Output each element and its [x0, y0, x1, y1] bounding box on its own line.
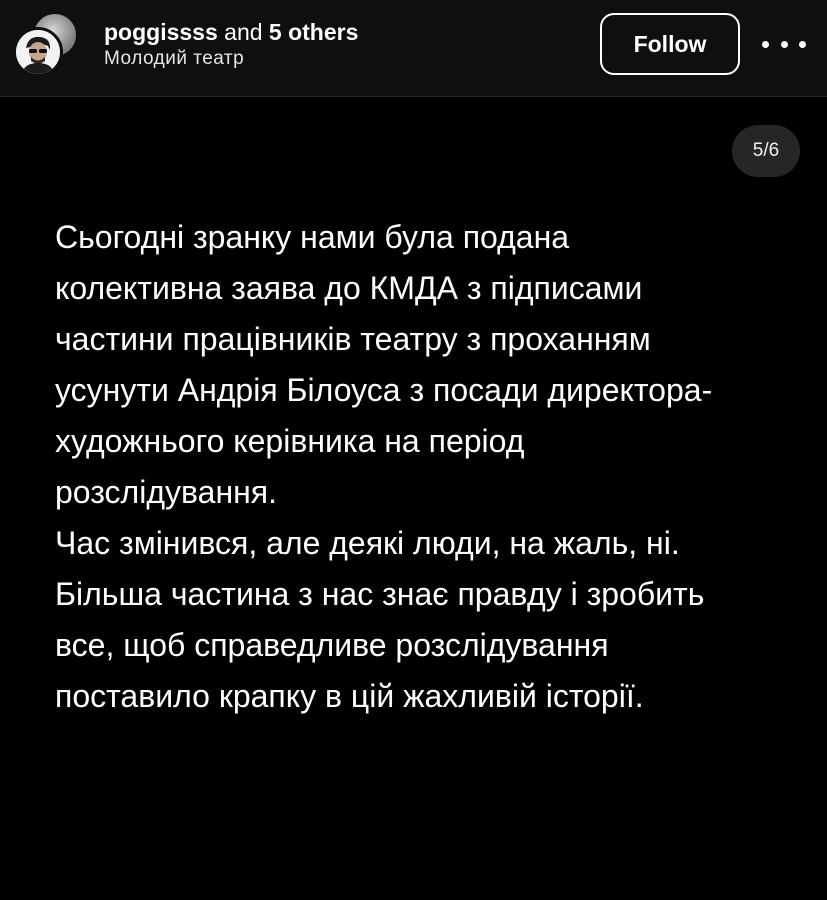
- text-line: колективна заява до КМДА з підписами: [55, 270, 643, 306]
- dot: [780, 40, 788, 48]
- text-line: Сьогодні зранку нами була подана: [55, 219, 570, 255]
- post-header: poggissss and 5 others Молодий театр Fol…: [0, 0, 827, 97]
- text-line: усунути Андрія Білоуса з посади директор…: [55, 372, 713, 408]
- text-line: Час змінився, але деякі люди, на жаль, н…: [55, 525, 680, 561]
- text-line: розслідування.: [55, 474, 277, 510]
- text-line: частини працівників театру з проханням: [55, 321, 651, 357]
- avatar[interactable]: [13, 27, 63, 77]
- avatar-icon: [16, 30, 60, 74]
- follow-button[interactable]: Follow: [600, 13, 740, 75]
- more-options-icon[interactable]: [762, 30, 806, 58]
- text-line: все, щоб справедливе розслідування: [55, 627, 609, 663]
- and-text: and: [217, 19, 269, 45]
- others-link[interactable]: 5 others: [269, 19, 358, 45]
- dot: [762, 40, 769, 48]
- slide-counter: 5/6: [732, 125, 800, 177]
- location-label[interactable]: Молодий театр: [104, 47, 244, 71]
- text-line: художнього керівника на період: [55, 423, 525, 459]
- post-text: Сьогодні зранку нами була подана колекти…: [55, 212, 815, 722]
- username-link[interactable]: poggissss: [104, 19, 218, 45]
- post-authors: poggissss and 5 others: [104, 18, 358, 46]
- text-line: поставило крапку в цій жахливій історії.: [55, 678, 644, 714]
- text-line: Більша частина з нас знає правду і зроби…: [55, 576, 705, 612]
- dot: [799, 40, 806, 48]
